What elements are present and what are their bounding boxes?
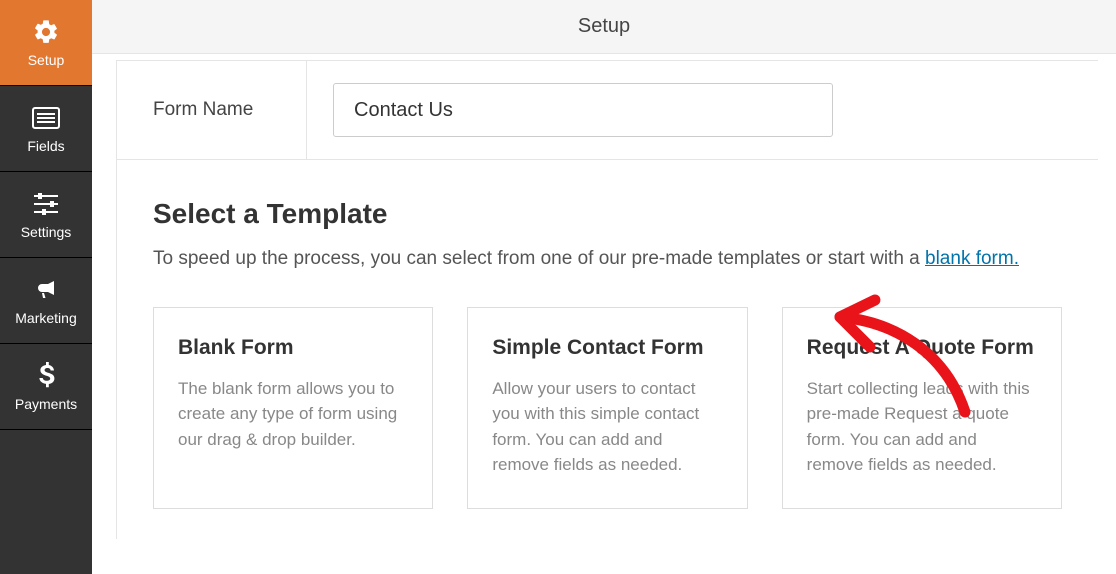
sidebar-item-label: Settings (21, 224, 72, 240)
blank-form-link[interactable]: blank form. (925, 248, 1019, 269)
section-heading: Select a Template (153, 198, 1062, 230)
template-grid: Blank Form The blank form allows you to … (153, 307, 1062, 509)
form-name-row: Form Name (117, 61, 1098, 160)
template-section: Select a Template To speed up the proces… (117, 160, 1098, 539)
dollar-icon (32, 362, 60, 390)
sidebar-item-label: Marketing (15, 310, 76, 326)
sidebar-item-settings[interactable]: Settings (0, 172, 92, 258)
section-lead: To speed up the process, you can select … (153, 246, 1062, 273)
template-title: Blank Form (178, 336, 408, 360)
page-title: Setup (578, 15, 630, 38)
list-icon (32, 104, 60, 132)
sidebar-item-marketing[interactable]: Marketing (0, 258, 92, 344)
form-name-label: Form Name (117, 61, 307, 159)
sidebar-item-label: Setup (28, 52, 65, 68)
template-title: Simple Contact Form (492, 336, 722, 360)
sliders-icon (32, 190, 60, 218)
template-desc: Allow your users to contact you with thi… (492, 376, 722, 478)
sidebar-item-label: Fields (27, 138, 64, 154)
sidebar-item-setup[interactable]: Setup (0, 0, 92, 86)
template-desc: Start collecting leads with this pre-mad… (807, 376, 1037, 478)
sidebar: Setup Fields (0, 0, 92, 574)
bullhorn-icon (32, 276, 60, 304)
lead-text: To speed up the process, you can select … (153, 248, 925, 269)
gear-icon (32, 18, 60, 46)
sidebar-item-payments[interactable]: Payments (0, 344, 92, 430)
template-card-blank[interactable]: Blank Form The blank form allows you to … (153, 307, 433, 509)
topbar: Setup (92, 0, 1116, 54)
sidebar-item-fields[interactable]: Fields (0, 86, 92, 172)
template-title: Request A Quote Form (807, 336, 1037, 360)
template-card-simple-contact[interactable]: Simple Contact Form Allow your users to … (467, 307, 747, 509)
form-name-input[interactable] (333, 83, 833, 137)
template-desc: The blank form allows you to create any … (178, 376, 408, 453)
template-card-request-quote[interactable]: Request A Quote Form Start collecting le… (782, 307, 1062, 509)
main-panel: Setup Form Name Select a Template To spe… (92, 0, 1116, 574)
sidebar-item-label: Payments (15, 396, 77, 412)
